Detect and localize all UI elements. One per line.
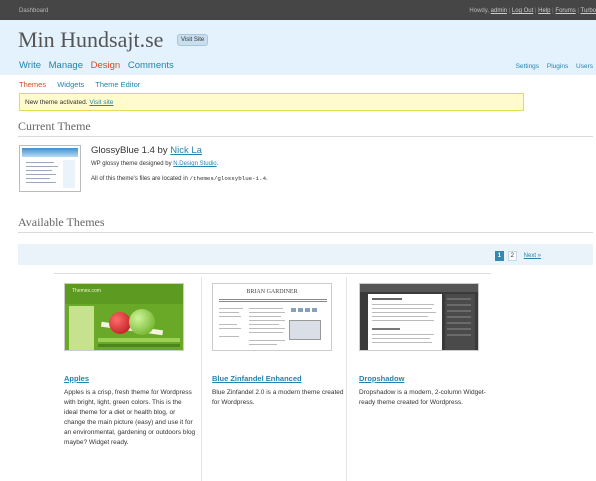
submenu-themes[interactable]: Themes xyxy=(19,80,46,89)
theme-card-apples: Themes.com Apples Apples is a crisp, fre… xyxy=(64,283,196,448)
visit-site-button[interactable]: Visit Site xyxy=(177,34,209,46)
theme-name-blue-zinfandel[interactable]: Blue Zinfandel Enhanced xyxy=(212,374,344,383)
theme-desc-blue-zinfandel: Blue Zinfandel 2.0 is a modern theme cre… xyxy=(212,389,344,406)
submenu-widgets[interactable]: Widgets xyxy=(57,80,84,89)
logout-link[interactable]: Log Out xyxy=(512,8,533,14)
theme-name-apples[interactable]: Apples xyxy=(64,374,196,383)
theme-desc-dropshadow: Dropshadow is a modern, 2-column Widget-… xyxy=(359,389,486,406)
page-1[interactable]: 1 xyxy=(494,251,504,261)
menu-manage[interactable]: Manage xyxy=(49,60,83,71)
notice-text: New theme activated. xyxy=(25,99,88,106)
user-link[interactable]: admin xyxy=(491,8,507,14)
admin-topbar: Dashboard Howdy, admin | Log Out | Help … xyxy=(0,0,596,20)
user-links: Howdy, admin | Log Out | Help | Forums |… xyxy=(469,8,596,14)
page-2[interactable]: 2 xyxy=(507,251,517,261)
current-theme-files: All of this theme's files are located in… xyxy=(91,175,268,182)
theme-screenshot-dropshadow[interactable] xyxy=(359,283,479,351)
site-header: Min Hundsajt.se Visit Site Write Manage … xyxy=(0,20,596,75)
menu-users[interactable]: Users xyxy=(576,63,593,70)
author-link[interactable]: Nick La xyxy=(170,145,202,156)
pagination: 1 2 Next » xyxy=(493,251,541,261)
forums-link[interactable]: Forums xyxy=(555,8,575,14)
theme-activated-notice: New theme activated. Visit site xyxy=(19,93,524,111)
theme-path: /themes/glossyblue-1.4 xyxy=(189,175,267,182)
submenu-theme-editor[interactable]: Theme Editor xyxy=(95,80,140,89)
theme-grid-top-border xyxy=(54,273,491,274)
column-separator xyxy=(201,277,202,481)
theme-card-blue-zinfandel: BRIAN GARDINER Blue Zinfandel Enhanced B… xyxy=(212,283,344,408)
menu-plugins[interactable]: Plugins xyxy=(547,63,568,70)
theme-desc-apples: Apples is a crisp, fresh theme for Wordp… xyxy=(64,389,196,446)
theme-name-dropshadow[interactable]: Dropshadow xyxy=(359,374,491,383)
menu-write[interactable]: Write xyxy=(19,60,41,71)
secondary-menu: Settings Plugins Users xyxy=(510,63,593,70)
current-theme-description: WP glossy theme designed by N.Design Stu… xyxy=(91,161,219,167)
theme-card-dropshadow: Dropshadow Dropshadow is a modern, 2-col… xyxy=(359,283,491,408)
menu-comments[interactable]: Comments xyxy=(128,60,174,71)
column-separator xyxy=(346,277,347,481)
available-themes-heading: Available Themes xyxy=(18,215,105,229)
notice-visit-site-link[interactable]: Visit site xyxy=(89,99,113,106)
dashboard-link[interactable]: Dashboard xyxy=(19,8,48,14)
current-theme-info: GlossyBlue 1.4 by Nick La WP glossy them… xyxy=(91,145,268,182)
next-page-link[interactable]: Next » xyxy=(524,253,541,259)
turbo-link[interactable]: Turbo xyxy=(581,8,596,14)
current-theme-title: GlossyBlue 1.4 by Nick La xyxy=(91,145,202,156)
current-theme-heading: Current Theme xyxy=(18,119,91,133)
help-link[interactable]: Help xyxy=(538,8,550,14)
current-theme-screenshot xyxy=(19,145,81,192)
theme-screenshot-blue-zinfandel[interactable]: BRIAN GARDINER xyxy=(212,283,332,351)
divider xyxy=(18,232,593,233)
menu-design[interactable]: Design xyxy=(91,60,121,71)
theme-screenshot-apples[interactable]: Themes.com xyxy=(64,283,184,351)
divider xyxy=(18,136,593,137)
menu-settings[interactable]: Settings xyxy=(516,63,540,70)
design-submenu: Themes Widgets Theme Editor xyxy=(19,80,149,89)
site-title: Min Hundsajt.se xyxy=(18,27,164,52)
designer-link[interactable]: N.Design Studio xyxy=(173,161,216,167)
pagination-bar: 1 2 Next » xyxy=(18,244,593,265)
howdy-label: Howdy, xyxy=(469,8,491,14)
main-menu: Write Manage Design Comments xyxy=(19,60,179,71)
